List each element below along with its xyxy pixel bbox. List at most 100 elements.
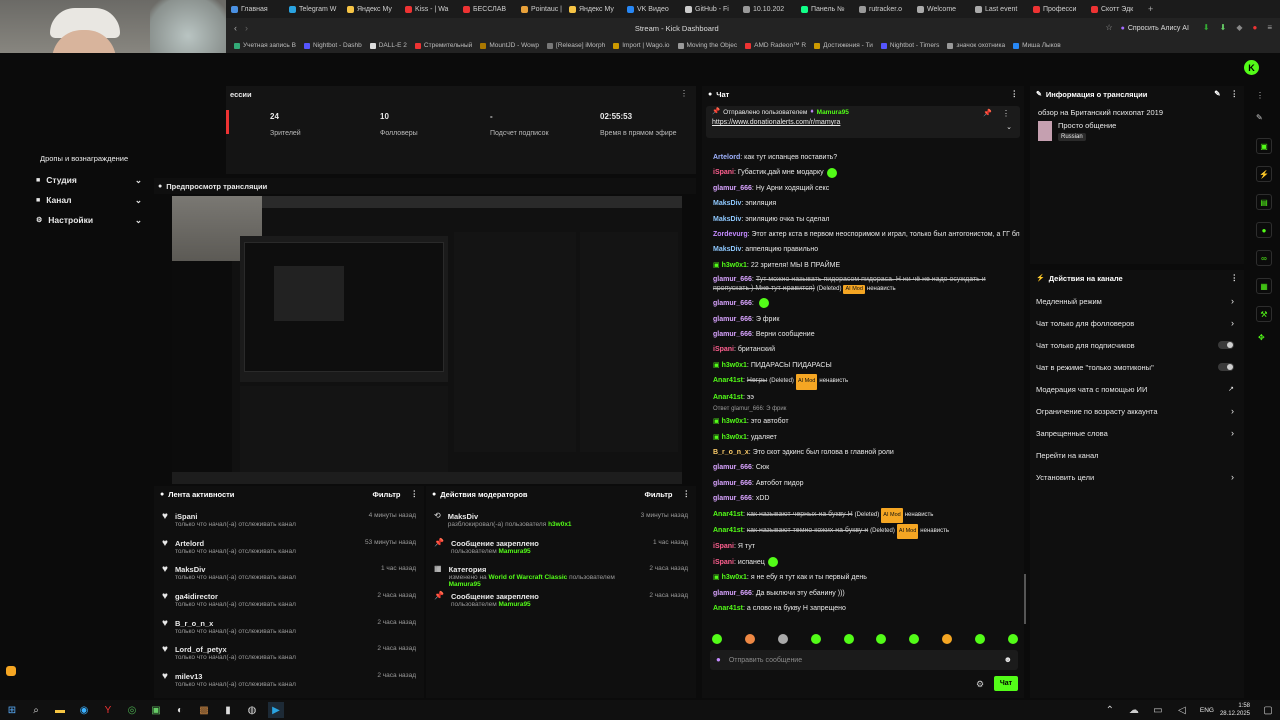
chat-message[interactable]: glamur_666: Автобот пидор xyxy=(702,476,1020,491)
chat-username[interactable]: glamur_666 xyxy=(713,464,752,471)
chat-message[interactable]: ▣ h3w0x1: я не ебу я тут как и ты первый … xyxy=(702,570,1020,585)
bookmark-item[interactable]: значок охотника xyxy=(947,42,1005,49)
steam-icon[interactable]: ◍ xyxy=(244,702,260,718)
chat-message[interactable]: Anar41st: как называют черных на букву Н… xyxy=(702,507,1020,523)
activity-filter-button[interactable]: Фильтр xyxy=(373,490,401,499)
chat-message[interactable]: glamur_666: Ну Арни ходящий секс xyxy=(702,181,1020,196)
chat-username[interactable]: h3w0x1 xyxy=(722,362,747,369)
back-icon[interactable]: ‹ xyxy=(234,23,237,33)
mod-action-item[interactable]: ⟲ MaksDiv разблокировал(-а) пользователя h… xyxy=(426,512,696,539)
edit-icon[interactable]: ✎ xyxy=(1256,114,1272,122)
chat-username[interactable]: MaksDiv xyxy=(713,200,741,207)
bookmark-item[interactable]: Стремительный xyxy=(414,42,472,49)
browser-tab[interactable]: GitHub - Fi xyxy=(680,0,738,18)
bookmark-item[interactable]: AMD Radeon™ R xyxy=(745,42,806,49)
bookmark-item[interactable]: Nightbot - Timers xyxy=(880,42,939,49)
activity-item[interactable]: ♥ Lord_of_petyx только что начал(-а) отсле… xyxy=(154,645,424,672)
kick-logo-icon[interactable]: K xyxy=(1244,60,1259,75)
chat-username[interactable]: glamur_666 xyxy=(713,185,752,192)
chat-message[interactable]: B_r_o_n_x: Это скот эдкинс был голова в … xyxy=(702,445,1020,460)
browser-tab[interactable]: VK Видео xyxy=(622,0,680,18)
browser-tab[interactable]: Pointauc | xyxy=(516,0,564,18)
activity-user[interactable]: Lord_of_petyx xyxy=(175,645,370,654)
chat-username[interactable]: h3w0x1 xyxy=(722,262,747,269)
chat-message[interactable]: glamur_666: Да выключи эту ебанину ))) xyxy=(702,586,1020,601)
emote-icon[interactable] xyxy=(712,634,722,644)
modactions-filter-button[interactable]: Фильтр xyxy=(645,490,673,499)
chat-message[interactable]: iSpani: Губастик,дай мне модарку xyxy=(702,165,1020,180)
bookmark-item[interactable]: [Release] iMorph xyxy=(547,42,605,49)
sidebar-bottom-icon[interactable] xyxy=(6,666,16,676)
extension-icon[interactable]: ◆ xyxy=(1236,24,1242,32)
chrome-icon[interactable]: ◎ xyxy=(124,702,140,718)
mod-action-highlight[interactable]: Mamura95 xyxy=(499,601,531,608)
pinned-link[interactable]: https://www.donationalerts.com/r/mamyra xyxy=(712,119,1014,126)
toggle-switch[interactable] xyxy=(1218,341,1234,349)
chat-message[interactable]: iSpani: испанец xyxy=(702,555,1020,570)
chat-username[interactable]: Anar41st xyxy=(713,527,743,534)
notification-icon[interactable]: ▢ xyxy=(1260,702,1276,718)
chat-username[interactable]: Anar41st xyxy=(713,377,743,384)
chat-message[interactable]: ▣ h3w0x1: ПИДАРАСЫ ПИДАРАСЫ xyxy=(702,358,1020,373)
activity-user[interactable]: MaksDiv xyxy=(175,565,374,574)
new-tab-icon[interactable]: + xyxy=(1148,4,1153,14)
browser-tab[interactable]: Welcome xyxy=(912,0,970,18)
sidebar-cut-item[interactable]: Дропы и вознаграждение xyxy=(40,154,128,163)
network-icon[interactable]: ▭ xyxy=(1150,702,1166,718)
browser-tab[interactable]: Kiss - | Wa xyxy=(400,0,458,18)
download-icon[interactable]: ⬇ xyxy=(1220,24,1227,32)
volume-icon[interactable]: ◁ xyxy=(1174,702,1190,718)
emote-icon[interactable] xyxy=(1007,634,1018,644)
emoji-icon[interactable]: ☻ xyxy=(1004,656,1012,664)
layout-icon[interactable]: ▣ xyxy=(1256,138,1272,154)
channel-action-item[interactable]: Чат только для подписчиков xyxy=(1030,334,1244,356)
chat-username[interactable]: h3w0x1 xyxy=(722,434,747,441)
chat-username[interactable]: iSpani xyxy=(713,543,734,550)
obs-icon[interactable]: ◐ xyxy=(172,702,188,718)
drag-icon[interactable]: ✥ xyxy=(1258,334,1272,342)
pinned-message[interactable]: 📌 Отправлено пользователем ♦ Mamura95 ht… xyxy=(706,106,1020,138)
sidebar-item-channel[interactable]: ■ Канал ⌄ xyxy=(0,190,152,210)
channel-action-item[interactable]: Модерация чата с помощью ИИ ↗ xyxy=(1030,378,1244,400)
bookmark-item[interactable]: MountJD - Wowp xyxy=(480,42,539,49)
sidebar-item-settings[interactable]: ⚙ Настройки ⌄ xyxy=(0,210,152,230)
emote-icon[interactable] xyxy=(876,634,887,644)
pin-icon[interactable]: ▦ xyxy=(1256,278,1272,294)
browser-tab[interactable]: Яндекс Му xyxy=(342,0,400,18)
activity-item[interactable]: ♥ iSpani только что начал(-а) отслеживать … xyxy=(154,512,424,539)
clock[interactable]: 1:58 28.12.2025 xyxy=(1220,702,1250,718)
browser-tab[interactable]: rutracker.o xyxy=(854,0,912,18)
chat-message[interactable]: Anar41st: как называют темно кожих на бу… xyxy=(702,523,1020,540)
activity-item[interactable]: ♥ B_r_o_n_x только что начал(-а) отслежива… xyxy=(154,618,424,646)
opera-icon[interactable]: ● xyxy=(1252,24,1257,32)
activity-item[interactable]: ♥ ga4idirector только что начал(-а) отслеж… xyxy=(154,592,424,619)
chat-message[interactable]: ▣ h3w0x1: удаляет xyxy=(702,430,1020,445)
chat-message[interactable]: Zordevurg: Этот актер кста в первом неос… xyxy=(702,227,1020,242)
chat-username[interactable]: iSpani xyxy=(713,169,734,176)
browser-tab[interactable]: 10.10.202 xyxy=(738,0,796,18)
chat-message[interactable]: MaksDiv: эпиляцию очка ты сделал xyxy=(702,212,1020,227)
activity-user[interactable]: iSpani xyxy=(175,512,362,521)
more-icon[interactable]: ⋮ xyxy=(1011,90,1019,98)
chat-username[interactable]: glamur_666 xyxy=(713,480,752,487)
tray-chevron-icon[interactable]: ⌃ xyxy=(1102,702,1118,718)
chat-username[interactable]: Artelord xyxy=(713,154,740,161)
lock-app-icon[interactable]: ▮ xyxy=(220,702,236,718)
telegram-icon[interactable]: ▶ xyxy=(268,702,284,718)
chat-message[interactable]: glamur_666: Верни сообщение xyxy=(702,327,1020,342)
bookmark-item[interactable]: Миша Лыков xyxy=(1013,42,1061,49)
chat-username[interactable]: Anar41st xyxy=(713,605,743,612)
browser-tab[interactable]: Last event xyxy=(970,0,1028,18)
chat-username[interactable]: glamur_666 xyxy=(713,276,752,283)
edit-icon[interactable]: ✎ xyxy=(1214,90,1220,98)
chat-message[interactable]: Artelord: как тут испанцев поставить? xyxy=(702,150,1020,165)
emote-icon[interactable] xyxy=(909,634,920,644)
browser-tab[interactable]: Професси xyxy=(1028,0,1086,18)
chat-bubble-icon[interactable]: ● xyxy=(1256,222,1272,238)
chat-username[interactable]: Zordevurg xyxy=(713,231,748,238)
bookmark-item[interactable]: Import | Wago.io xyxy=(613,42,670,49)
chat-settings-icon[interactable]: ⚙ xyxy=(976,680,984,689)
activity-item[interactable]: ♥ milev13 только что начал(-а) отслеживать… xyxy=(154,672,424,699)
chat-message[interactable]: glamur_666: xyxy=(702,296,1020,311)
browser-tab[interactable]: Панель № xyxy=(796,0,854,18)
